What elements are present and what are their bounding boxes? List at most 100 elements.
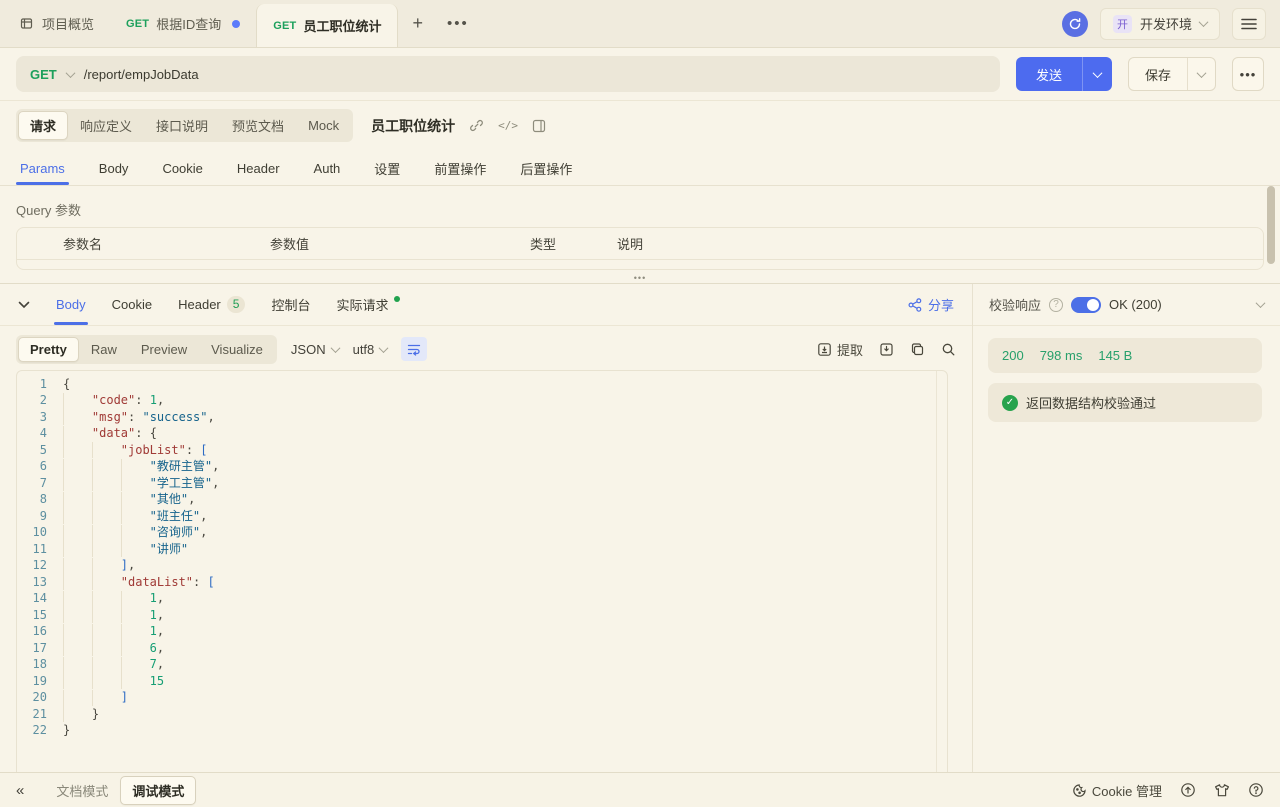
tab-pre-ops[interactable]: 前置操作: [434, 152, 486, 185]
line-number: 22: [17, 722, 63, 738]
collapse-sidebar-icon[interactable]: «: [16, 782, 24, 799]
code-line[interactable]: 5"jobList": [: [17, 442, 947, 459]
debug-mode-button[interactable]: 调试模式: [120, 776, 196, 805]
code-line[interactable]: 1{: [17, 376, 947, 392]
code-line[interactable]: 2"code": 1,: [17, 392, 947, 409]
save-options-button[interactable]: [1187, 58, 1215, 90]
download-button[interactable]: [879, 342, 894, 357]
tab-project-overview[interactable]: 项目概览: [4, 0, 110, 47]
code-line[interactable]: 4"data": {: [17, 425, 947, 442]
save-button[interactable]: 保存: [1128, 57, 1216, 91]
tab-body[interactable]: Body: [99, 152, 129, 185]
tab-header[interactable]: Header: [237, 152, 280, 185]
word-wrap-button[interactable]: [401, 337, 427, 361]
indent-guide: [121, 508, 150, 524]
line-number: 16: [17, 623, 63, 640]
format-select[interactable]: JSON: [291, 342, 339, 357]
tab-mock[interactable]: Mock: [296, 113, 351, 138]
request-more-button[interactable]: •••: [1232, 57, 1264, 91]
format-value: JSON: [291, 342, 326, 357]
tab-preview-doc[interactable]: 预览文档: [220, 111, 296, 140]
col-description: 说明: [617, 234, 1263, 253]
tab-params[interactable]: Params: [20, 152, 65, 185]
chevron-down-icon[interactable]: [1256, 298, 1266, 308]
url-field[interactable]: GET /report/empJobData: [16, 56, 1000, 92]
resp-tab-header[interactable]: Header 5: [178, 284, 245, 325]
panel-splitter-handle[interactable]: •••: [0, 270, 1280, 284]
view-visualize[interactable]: Visualize: [199, 337, 275, 362]
cookie-manager-button[interactable]: Cookie 管理: [1072, 781, 1162, 800]
empty-table-row[interactable]: [17, 260, 1263, 269]
send-options-button[interactable]: [1082, 57, 1112, 91]
code-line[interactable]: 6"教研主管",: [17, 458, 947, 475]
search-button[interactable]: [941, 342, 956, 357]
code-line[interactable]: 21}: [17, 706, 947, 723]
code-line[interactable]: 11"讲师": [17, 541, 947, 558]
new-tab-button[interactable]: +: [398, 0, 437, 47]
code-line[interactable]: 187,: [17, 656, 947, 673]
tab-response-def[interactable]: 响应定义: [68, 111, 144, 140]
send-button[interactable]: 发送: [1016, 57, 1112, 91]
method-select[interactable]: GET: [30, 67, 57, 82]
code-line[interactable]: 22}: [17, 722, 947, 738]
generate-code-icon[interactable]: </>: [498, 119, 518, 132]
code-editor[interactable]: 1{2"code": 1,3"msg": "success",4"data": …: [16, 370, 948, 778]
code-line[interactable]: 1915: [17, 673, 947, 690]
tab-api-doc[interactable]: 接口说明: [144, 111, 220, 140]
encoding-value: utf8: [353, 342, 375, 357]
encoding-select[interactable]: utf8: [353, 342, 388, 357]
code-line[interactable]: 7"学工主管",: [17, 475, 947, 492]
tab-cookie[interactable]: Cookie: [162, 152, 202, 185]
code-line[interactable]: 20]: [17, 689, 947, 706]
layout-panel-icon[interactable]: [532, 119, 546, 133]
footer-bar: « 文档模式 调试模式 Cookie 管理: [0, 772, 1280, 807]
view-raw[interactable]: Raw: [79, 337, 129, 362]
resp-tab-actual-request[interactable]: 实际请求: [336, 284, 400, 325]
response-stats: 200 798 ms 145 B: [988, 338, 1262, 373]
chevron-down-icon: [379, 343, 389, 353]
code-token: "其他": [150, 492, 188, 506]
code-line[interactable]: 13"dataList": [: [17, 574, 947, 591]
tab-post-ops[interactable]: 后置操作: [520, 152, 572, 185]
share-button[interactable]: 分享: [908, 295, 954, 314]
code-line[interactable]: 12],: [17, 557, 947, 574]
view-pretty[interactable]: Pretty: [18, 337, 79, 362]
upgrade-button[interactable]: [1180, 782, 1196, 798]
tshirt-icon: [1214, 783, 1230, 798]
view-preview[interactable]: Preview: [129, 337, 199, 362]
theme-button[interactable]: [1214, 783, 1230, 798]
indent-guide: [121, 673, 150, 689]
environment-selector[interactable]: 开 开发环境: [1100, 8, 1220, 40]
scrollbar-thumb[interactable]: [1267, 186, 1275, 264]
code-line[interactable]: 151,: [17, 607, 947, 624]
help-icon[interactable]: ?: [1049, 298, 1063, 312]
menu-button[interactable]: [1232, 8, 1266, 40]
resp-tab-console[interactable]: 控制台: [271, 284, 310, 325]
code-line[interactable]: 9"班主任",: [17, 508, 947, 525]
doc-mode-button[interactable]: 文档模式: [44, 776, 120, 805]
code-line[interactable]: 176,: [17, 640, 947, 657]
copy-link-icon[interactable]: [469, 118, 484, 133]
collapse-response-icon[interactable]: [18, 301, 30, 309]
tab-overflow-button[interactable]: •••: [437, 0, 479, 47]
tab-label: 根据ID查询: [156, 14, 221, 33]
resp-tab-body[interactable]: Body: [56, 284, 86, 325]
request-url[interactable]: /report/empJobData: [84, 67, 199, 82]
validate-response-toggle[interactable]: [1071, 297, 1101, 313]
tab-query-by-id[interactable]: GET 根据ID查询: [110, 0, 256, 47]
code-line[interactable]: 10"咨询师",: [17, 524, 947, 541]
code-line[interactable]: 8"其他",: [17, 491, 947, 508]
code-token: ,: [200, 525, 207, 539]
tab-settings[interactable]: 设置: [374, 152, 400, 185]
sync-button[interactable]: [1062, 11, 1088, 37]
tab-auth[interactable]: Auth: [314, 152, 341, 185]
code-line[interactable]: 161,: [17, 623, 947, 640]
resp-tab-cookie[interactable]: Cookie: [112, 284, 152, 325]
tab-emp-job-stats[interactable]: GET 员工职位统计: [256, 4, 398, 47]
code-line[interactable]: 141,: [17, 590, 947, 607]
help-button[interactable]: [1248, 782, 1264, 798]
tab-request[interactable]: 请求: [18, 111, 68, 140]
code-line[interactable]: 3"msg": "success",: [17, 409, 947, 426]
copy-button[interactable]: [910, 342, 925, 357]
extract-button[interactable]: 提取: [817, 340, 863, 359]
